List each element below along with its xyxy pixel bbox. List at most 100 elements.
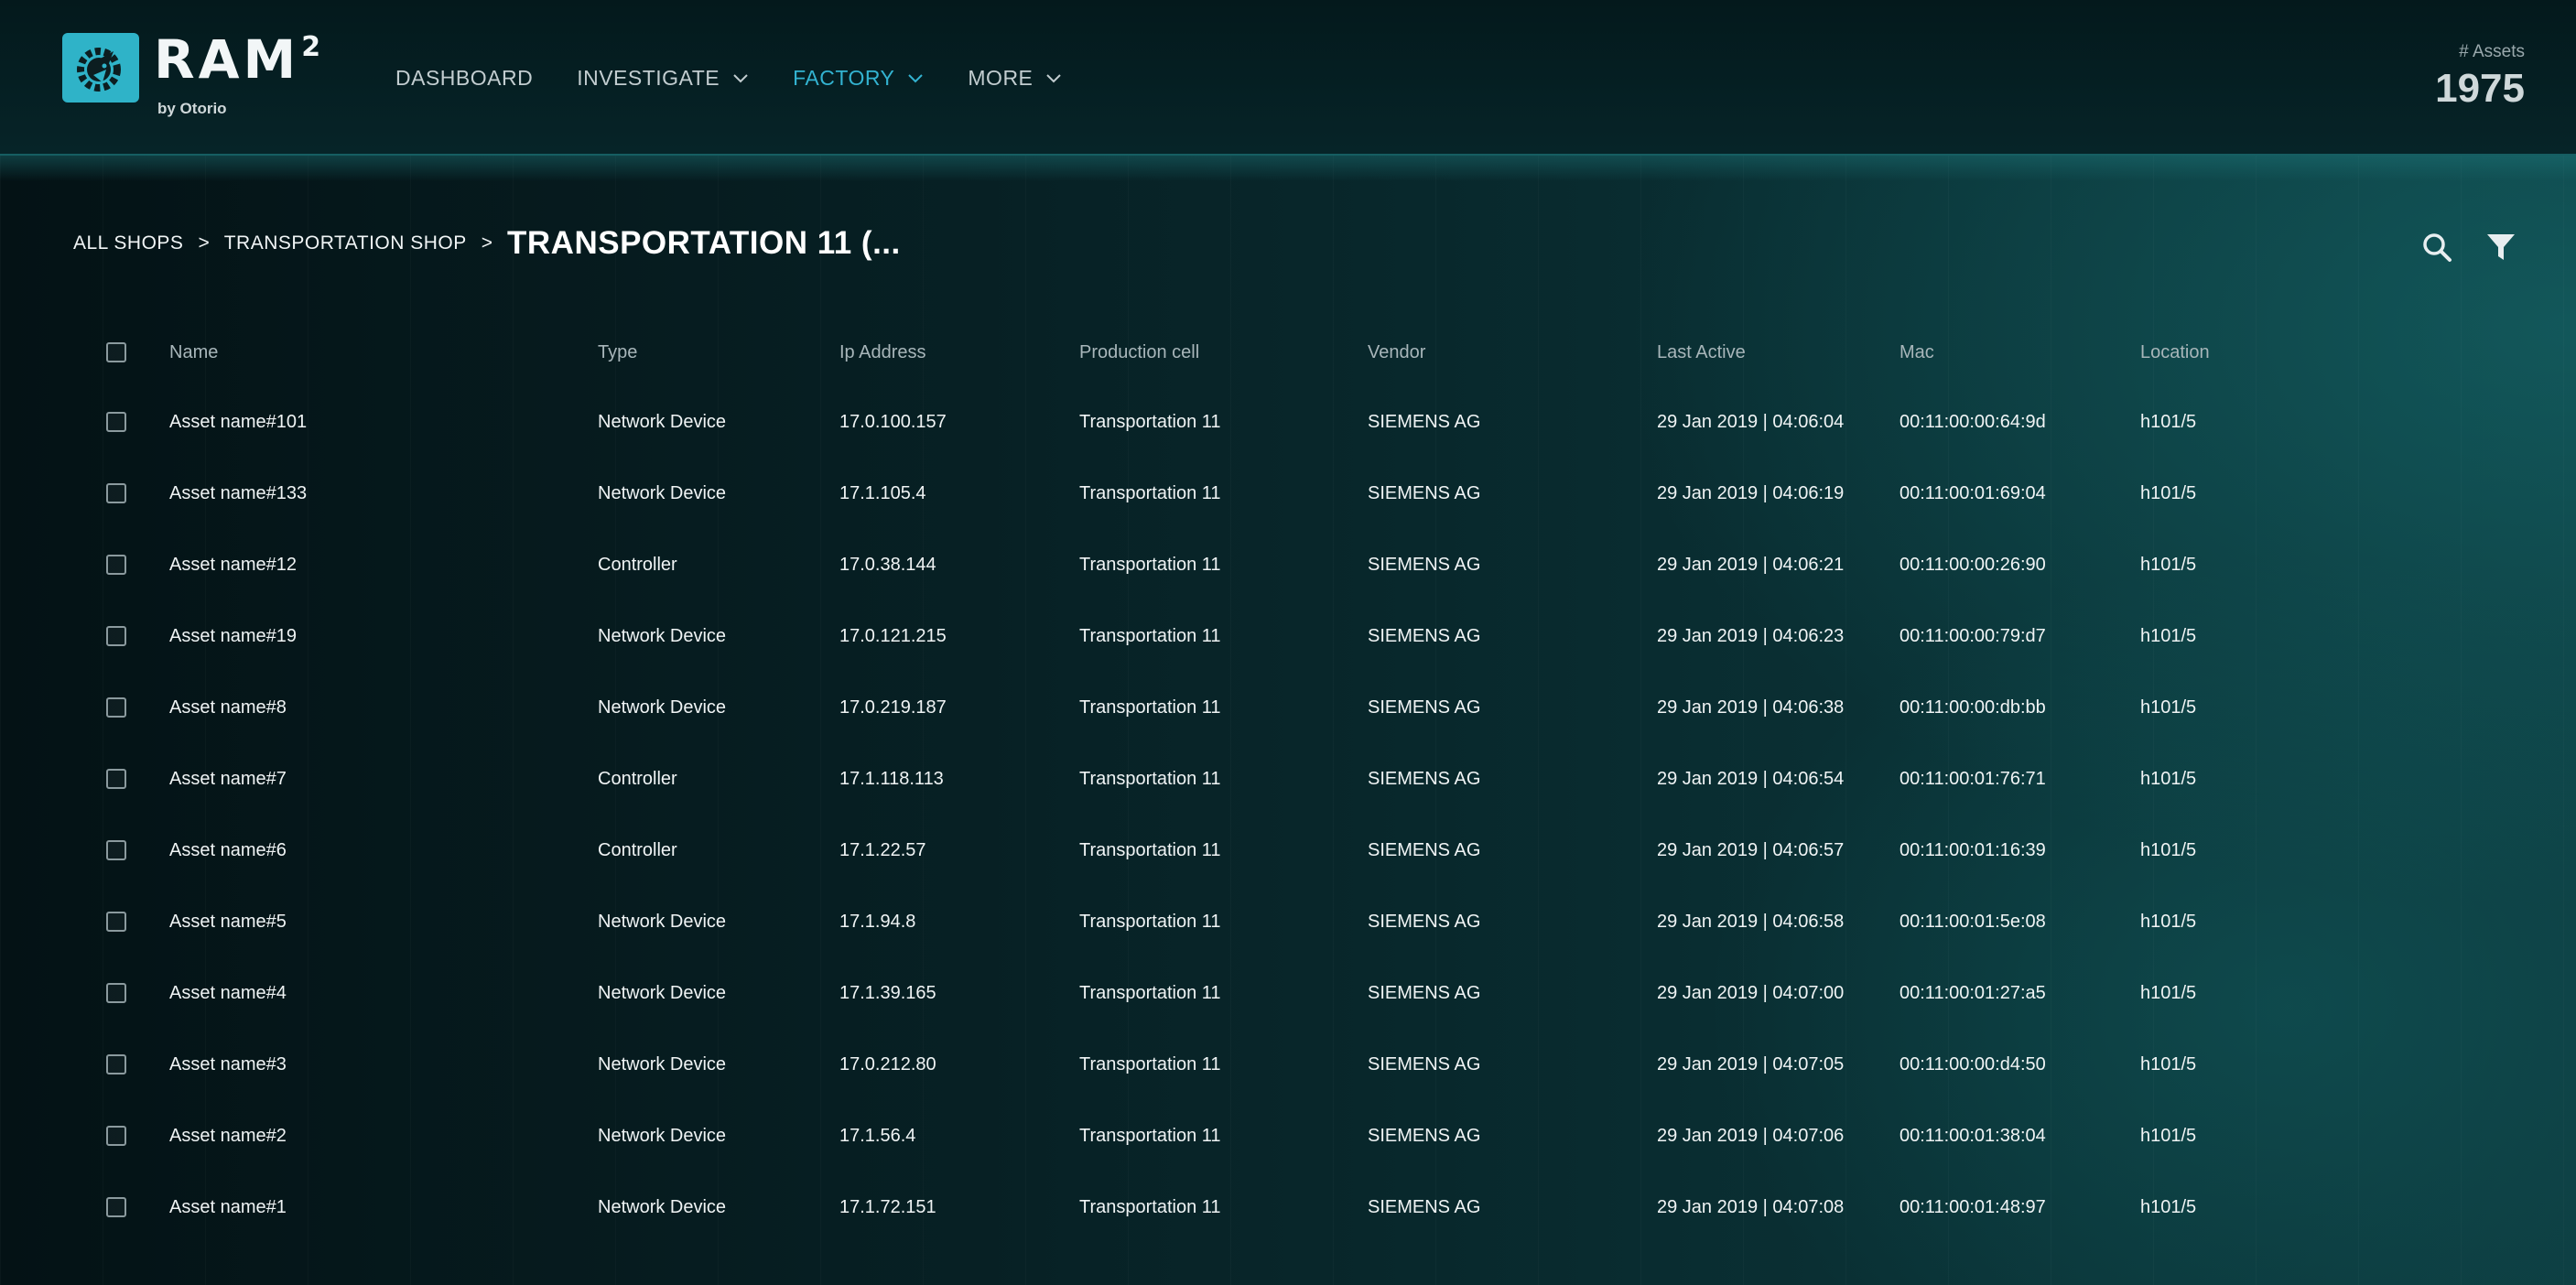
ip-address-cell: 17.1.94.8 — [839, 911, 916, 932]
ip-address-cell: 17.1.39.165 — [839, 982, 936, 1003]
table-row[interactable]: Asset name#2 Network Device 17.1.56.4 Trans… — [0, 1100, 2576, 1172]
table-row[interactable]: Asset name#5 Network Device 17.1.94.8 Trans… — [0, 886, 2576, 957]
mac-cell: 00:11:00:01:69:04 — [1900, 482, 2046, 503]
asset-name-cell[interactable]: Asset name#5 — [169, 886, 287, 957]
location-cell: h101/5 — [2140, 696, 2197, 718]
vendor-cell: SIEMENS AG — [1368, 411, 1481, 432]
row-select-cell — [106, 1029, 126, 1100]
row-checkbox[interactable] — [106, 1126, 126, 1146]
last-active-cell: 29 Jan 2019 | 04:06:19 — [1657, 482, 1845, 503]
production-cell-cell: Transportation 11 — [1079, 411, 1221, 432]
asset-name-cell[interactable]: Asset name#2 — [169, 1100, 287, 1172]
column-header-vendor[interactable]: Vendor — [1368, 319, 1425, 386]
row-checkbox[interactable] — [106, 697, 126, 718]
brand-logo[interactable]: RAM2 by Otorio — [62, 31, 324, 118]
table-row[interactable]: Asset name#4 Network Device 17.1.39.165 Tra… — [0, 957, 2576, 1029]
production-cell-cell: Transportation 11 — [1079, 768, 1221, 789]
table-row[interactable]: Asset name#3 Network Device 17.0.212.80 Tra… — [0, 1029, 2576, 1100]
vendor-cell: SIEMENS AG — [1368, 982, 1481, 1003]
asset-name-cell[interactable]: Asset name#1 — [169, 1172, 287, 1243]
last-active-cell: 29 Jan 2019 | 04:06:54 — [1657, 768, 1845, 789]
chevron-down-icon — [908, 73, 924, 82]
row-select-cell — [106, 743, 126, 815]
location-cell: h101/5 — [2140, 911, 2197, 932]
breadcrumb-all-shops[interactable]: ALL SHOPS — [73, 232, 183, 254]
asset-type-cell: Network Device — [598, 1196, 727, 1217]
table-row[interactable]: Asset name#133 Network Device 17.1.105.4 Tr… — [0, 458, 2576, 529]
asset-name-cell[interactable]: Asset name#19 — [169, 600, 297, 672]
top-bar: RAM2 by Otorio DASHBOARD INVESTIGATE FAC… — [0, 0, 2576, 181]
row-checkbox[interactable] — [106, 1197, 126, 1217]
table-row[interactable]: Asset name#6 Controller 17.1.22.57 Transpor… — [0, 815, 2576, 886]
asset-name-cell[interactable]: Asset name#8 — [169, 672, 287, 743]
row-checkbox[interactable] — [106, 626, 126, 646]
asset-type-cell: Network Device — [598, 982, 727, 1003]
table-row[interactable]: Asset name#7 Controller 17.1.118.113 Transp… — [0, 743, 2576, 815]
asset-name-cell[interactable]: Asset name#12 — [169, 529, 297, 600]
row-checkbox[interactable] — [106, 983, 126, 1003]
production-cell-cell: Transportation 11 — [1079, 482, 1221, 503]
filter-button[interactable] — [2481, 227, 2521, 267]
row-checkbox[interactable] — [106, 840, 126, 860]
mac-cell: 00:11:00:00:79:d7 — [1900, 625, 2046, 646]
column-header-ip-address[interactable]: Ip Address — [839, 319, 926, 386]
ip-address-cell: 17.1.118.113 — [839, 768, 944, 789]
table-row[interactable]: Asset name#12 Controller 17.0.38.144 Transp… — [0, 529, 2576, 600]
vendor-cell: SIEMENS AG — [1368, 696, 1481, 718]
app-root: RAM2 by Otorio DASHBOARD INVESTIGATE FAC… — [0, 0, 2576, 1285]
nav-dashboard[interactable]: DASHBOARD — [395, 66, 533, 91]
column-header-production-cell[interactable]: Production cell — [1079, 319, 1199, 386]
table-row[interactable]: Asset name#1 Network Device 17.1.72.151 Tra… — [0, 1172, 2576, 1243]
location-cell: h101/5 — [2140, 411, 2197, 432]
asset-name-cell[interactable]: Asset name#7 — [169, 743, 287, 815]
search-button[interactable] — [2417, 227, 2457, 267]
production-cell-cell: Transportation 11 — [1079, 696, 1221, 718]
location-cell: h101/5 — [2140, 482, 2197, 503]
column-header-mac[interactable]: Mac — [1900, 319, 1934, 386]
mac-cell: 00:11:00:00:64:9d — [1900, 411, 2046, 432]
row-checkbox[interactable] — [106, 483, 126, 503]
location-cell: h101/5 — [2140, 839, 2197, 860]
row-checkbox[interactable] — [106, 769, 126, 789]
row-select-cell — [106, 886, 126, 957]
select-all-checkbox[interactable] — [106, 342, 126, 362]
asset-name-cell[interactable]: Asset name#6 — [169, 815, 287, 886]
table-row[interactable]: Asset name#8 Network Device 17.0.219.187 Tr… — [0, 672, 2576, 743]
row-checkbox[interactable] — [106, 912, 126, 932]
ip-address-cell: 17.1.22.57 — [839, 839, 926, 860]
breadcrumb-transportation-shop[interactable]: TRANSPORTATION SHOP — [224, 232, 467, 254]
nav-investigate[interactable]: INVESTIGATE — [577, 66, 749, 91]
asset-counter: # Assets 1975 — [2435, 42, 2525, 112]
row-select-cell — [106, 1100, 126, 1172]
production-cell-cell: Transportation 11 — [1079, 554, 1221, 575]
row-checkbox[interactable] — [106, 412, 126, 432]
asset-name-cell[interactable]: Asset name#133 — [169, 458, 307, 529]
column-header-type[interactable]: Type — [598, 319, 637, 386]
nav-more[interactable]: MORE — [968, 66, 1062, 91]
table-row[interactable]: Asset name#19 Network Device 17.0.121.215 T… — [0, 600, 2576, 672]
column-header-last-active[interactable]: Last Active — [1657, 319, 1746, 386]
row-checkbox[interactable] — [106, 555, 126, 575]
asset-name-cell[interactable]: Asset name#4 — [169, 957, 287, 1029]
mac-cell: 00:11:00:01:38:04 — [1900, 1125, 2046, 1146]
row-select-cell — [106, 458, 126, 529]
asset-name-cell[interactable]: Asset name#101 — [169, 386, 307, 458]
last-active-cell: 29 Jan 2019 | 04:06:38 — [1657, 696, 1845, 718]
location-cell: h101/5 — [2140, 554, 2197, 575]
production-cell-cell: Transportation 11 — [1079, 625, 1221, 646]
ip-address-cell: 17.1.105.4 — [839, 482, 926, 503]
asset-type-cell: Controller — [598, 554, 677, 575]
asset-name-cell[interactable]: Asset name#3 — [169, 1029, 287, 1100]
brand-tagline: by Otorio — [157, 100, 227, 117]
last-active-cell: 29 Jan 2019 | 04:06:04 — [1657, 411, 1845, 432]
column-header-name[interactable]: Name — [169, 319, 218, 386]
location-cell: h101/5 — [2140, 625, 2197, 646]
main-nav: DASHBOARD INVESTIGATE FACTORY MORE — [395, 66, 1106, 91]
nav-factory[interactable]: FACTORY — [793, 66, 924, 91]
location-cell: h101/5 — [2140, 768, 2197, 789]
row-checkbox[interactable] — [106, 1054, 126, 1074]
column-header-location[interactable]: Location — [2140, 319, 2210, 386]
table-row[interactable]: Asset name#101 Network Device 17.0.100.157… — [0, 386, 2576, 458]
vendor-cell: SIEMENS AG — [1368, 554, 1481, 575]
last-active-cell: 29 Jan 2019 | 04:07:08 — [1657, 1196, 1845, 1217]
